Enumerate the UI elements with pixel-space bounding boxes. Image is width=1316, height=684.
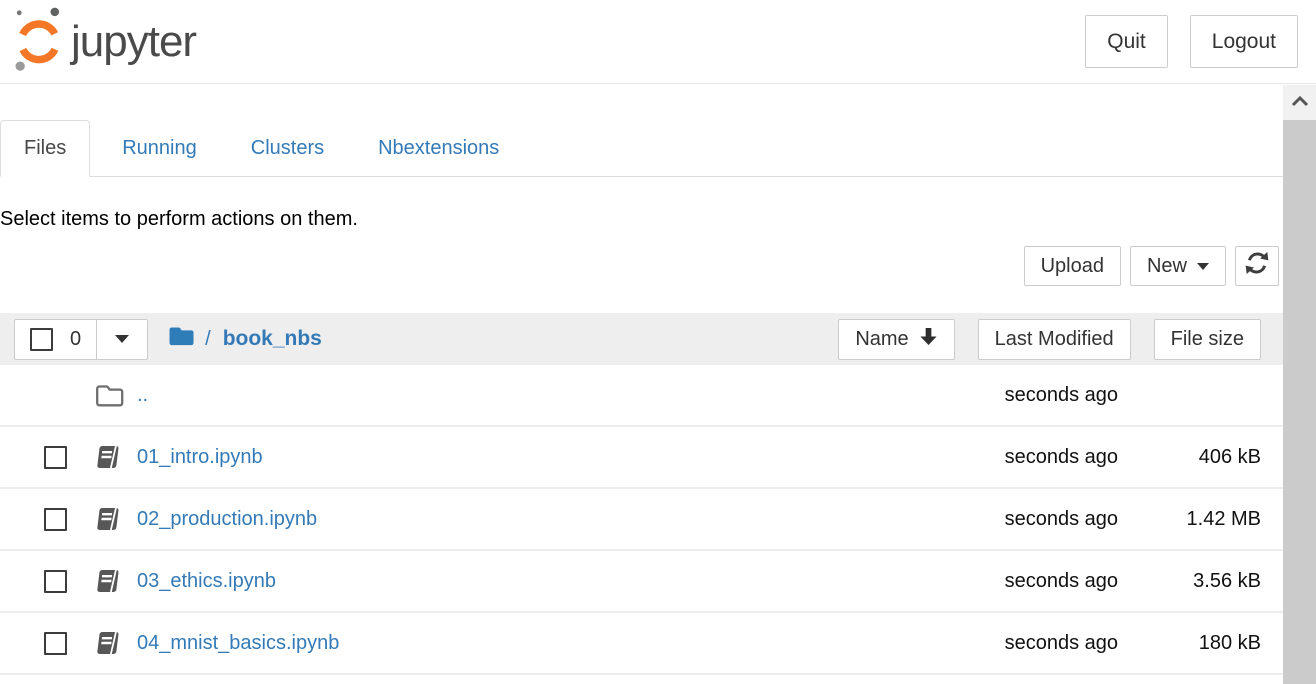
file-list-header: 0 / book_nbs Name [0, 313, 1283, 365]
select-dropdown-toggle[interactable] [96, 319, 148, 360]
file-size-value: 180 kB [1118, 632, 1261, 655]
notebook-icon [96, 568, 124, 594]
vertical-scrollbar [1283, 85, 1316, 684]
brand-title: jupyter [71, 17, 196, 67]
parent-folder-link[interactable]: .. [137, 384, 148, 407]
file-size-value: 1.42 MB [1118, 508, 1261, 531]
breadcrumb: / book_nbs [168, 324, 322, 354]
quit-button[interactable]: Quit [1085, 15, 1168, 68]
scrollbar-thumb[interactable] [1283, 120, 1316, 684]
logout-button[interactable]: Logout [1190, 15, 1298, 68]
notebook-link[interactable]: 03_ethics.ipynb [137, 570, 276, 593]
file-size-value: 406 kB [1118, 446, 1261, 469]
last-modified-value: seconds ago [948, 570, 1118, 593]
last-modified-value: seconds ago [948, 446, 1118, 469]
sort-name-label: Name [855, 328, 908, 351]
tab-running[interactable]: Running [100, 121, 219, 176]
main-content: Files Running Clusters Nbextensions Sele… [0, 120, 1283, 675]
table-row-parent-folder: .. seconds ago [0, 365, 1283, 427]
last-modified-value: seconds ago [948, 508, 1118, 531]
file-list: 0 / book_nbs Name [0, 313, 1283, 675]
tab-nbextensions[interactable]: Nbextensions [356, 121, 521, 176]
notebook-icon [96, 630, 124, 656]
table-row: 02_production.ipynb seconds ago 1.42 MB [0, 489, 1283, 551]
tab-clusters[interactable]: Clusters [229, 121, 346, 176]
refresh-button[interactable] [1235, 246, 1279, 286]
notebook-link[interactable]: 02_production.ipynb [137, 508, 317, 531]
tab-bar: Files Running Clusters Nbextensions [0, 120, 1283, 177]
refresh-icon [1244, 250, 1270, 282]
jupyter-logo-icon [8, 5, 66, 78]
select-all-checkbox[interactable] [30, 328, 53, 351]
last-modified-value: seconds ago [948, 632, 1118, 655]
new-button-label: New [1147, 255, 1187, 278]
table-row: 04_mnist_basics.ipynb seconds ago 180 kB [0, 613, 1283, 675]
selected-count: 0 [70, 328, 81, 351]
caret-down-icon [1197, 263, 1209, 270]
notebook-link[interactable]: 04_mnist_basics.ipynb [137, 632, 339, 655]
notebook-link[interactable]: 01_intro.ipynb [137, 446, 263, 469]
new-dropdown-button[interactable]: New [1130, 246, 1226, 286]
sort-file-size-label: File size [1171, 328, 1244, 351]
row-checkbox[interactable] [44, 632, 67, 655]
notebook-icon [96, 506, 124, 532]
sort-last-modified-button[interactable]: Last Modified [978, 319, 1131, 360]
arrow-down-icon [919, 326, 938, 353]
caret-down-icon [115, 335, 129, 343]
table-row: 01_intro.ipynb seconds ago 406 kB [0, 427, 1283, 489]
table-row: 03_ethics.ipynb seconds ago 3.56 kB [0, 551, 1283, 613]
notebook-icon [96, 444, 124, 470]
upload-button[interactable]: Upload [1024, 246, 1121, 286]
folder-outline-icon [96, 383, 124, 408]
sort-last-modified-label: Last Modified [995, 328, 1114, 351]
breadcrumb-current-folder[interactable]: book_nbs [223, 327, 322, 351]
tab-files[interactable]: Files [0, 120, 90, 177]
jupyter-logo[interactable]: jupyter [8, 5, 196, 78]
select-items-notice: Select items to perform actions on them. [0, 208, 1283, 231]
folder-icon [168, 324, 196, 354]
row-checkbox[interactable] [44, 570, 67, 593]
sort-file-size-button[interactable]: File size [1154, 319, 1261, 360]
upload-button-label: Upload [1041, 255, 1104, 278]
select-all-button[interactable]: 0 [14, 319, 97, 360]
toolbar: Upload New [0, 246, 1283, 286]
file-size-value: 3.56 kB [1118, 570, 1261, 593]
breadcrumb-root-link[interactable]: / [205, 328, 211, 351]
sort-name-button[interactable]: Name [838, 319, 954, 360]
row-checkbox[interactable] [44, 508, 67, 531]
chevron-up-icon [1290, 94, 1310, 112]
row-checkbox[interactable] [44, 446, 67, 469]
last-modified-value: seconds ago [948, 384, 1118, 407]
scrollbar-up-button[interactable] [1283, 85, 1316, 120]
page-header: jupyter Quit Logout [0, 0, 1316, 84]
